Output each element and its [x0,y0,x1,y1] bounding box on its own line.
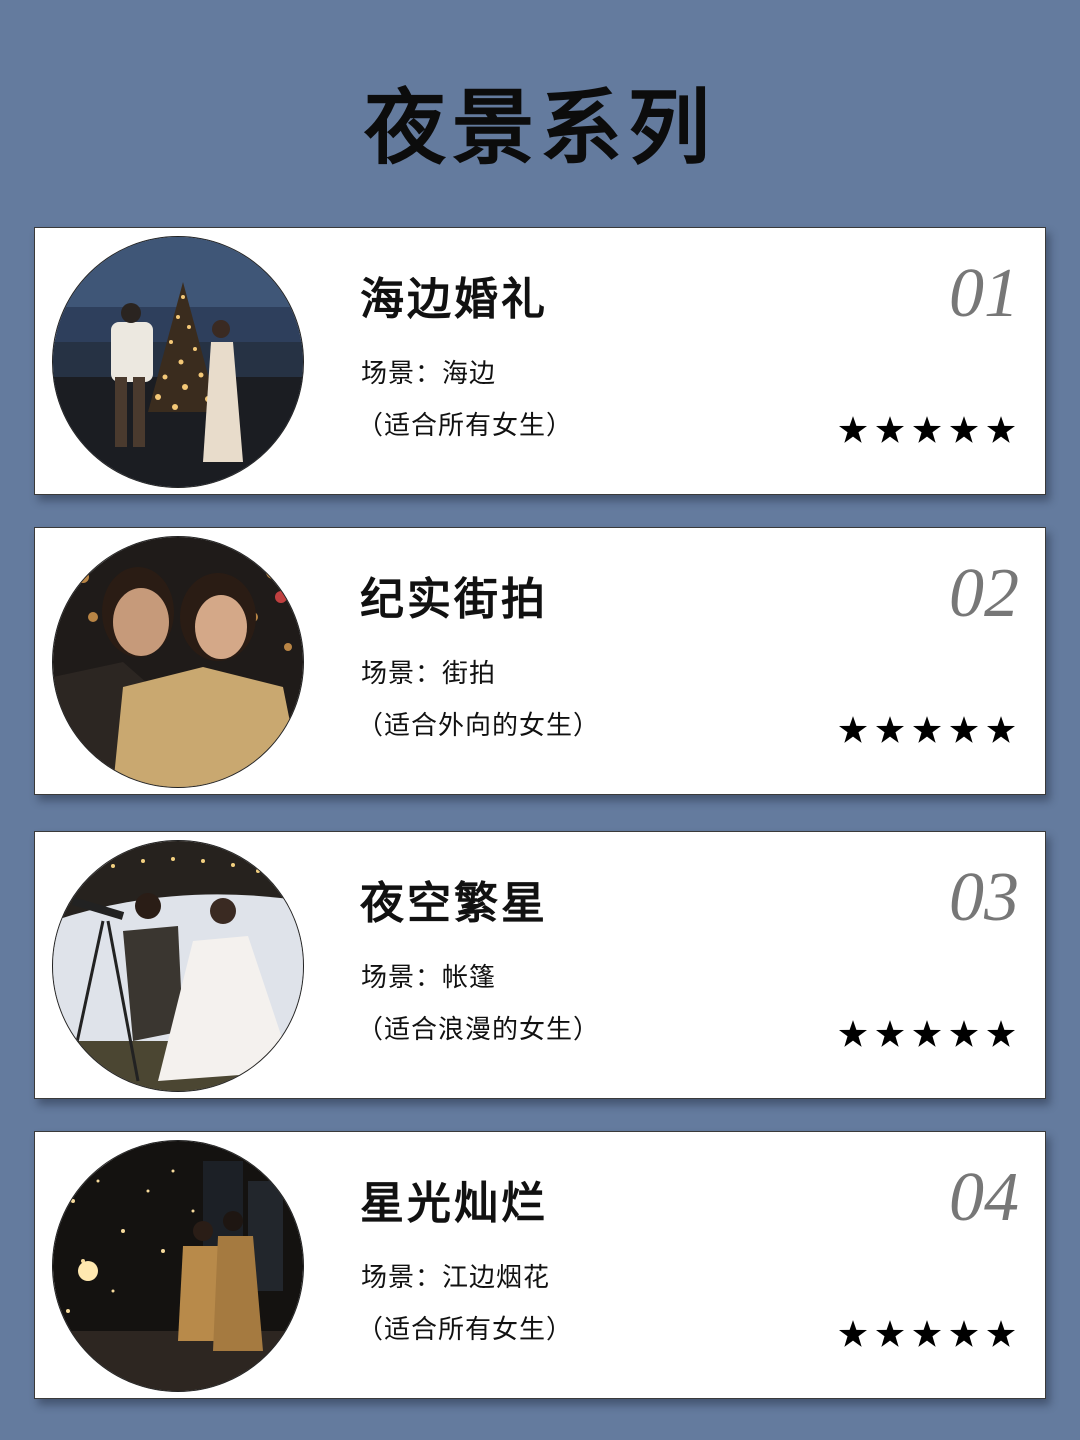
card-scene: 场景：街拍 [361,659,497,689]
star-icon [839,1320,867,1347]
star-icon [839,1020,867,1047]
card-number: 01 [949,255,1019,332]
star-icon [987,1020,1015,1047]
star-icon [950,416,978,443]
star-icon [913,1320,941,1347]
star-icon [876,716,904,743]
card-number: 02 [949,555,1019,632]
star-icon [839,716,867,743]
card-scene: 场景：帐篷 [361,963,497,993]
card-title: 纪实街拍 [360,574,548,625]
star-icon [987,416,1015,443]
card-number: 04 [949,1159,1019,1236]
star-icon [876,416,904,443]
card-note: （适合所有女生） [357,1315,574,1345]
star-icon [876,1020,904,1047]
card-scene: 场景：江边烟花 [361,1263,551,1293]
card-note: （适合浪漫的女生） [357,1015,601,1045]
star-icon [913,1020,941,1047]
star-icon [913,416,941,443]
star-icon [987,716,1015,743]
card-starlight[interactable]: 星光灿烂 场景：江边烟花 （适合所有女生） 04 [34,1131,1046,1399]
rating-stars [839,416,1015,443]
riverside-fireworks-photo [52,1140,304,1392]
card-title: 夜空繁星 [360,878,548,929]
rating-stars [839,1020,1015,1047]
star-icon [950,1020,978,1047]
star-icon [950,716,978,743]
star-icon [950,1320,978,1347]
street-couple-photo [52,536,304,788]
star-icon [839,416,867,443]
card-note: （适合外向的女生） [357,711,601,741]
star-icon [913,716,941,743]
tent-stargazing-photo [52,840,304,1092]
card-starry-night[interactable]: 夜空繁星 场景：帐篷 （适合浪漫的女生） 03 [34,831,1046,1099]
card-street-photo[interactable]: 纪实街拍 场景：街拍 （适合外向的女生） 02 [34,527,1046,795]
page-title: 夜景系列 [363,80,716,176]
rating-stars [839,716,1015,743]
star-icon [876,1320,904,1347]
card-title: 海边婚礼 [360,274,548,325]
card-scene: 场景：海边 [361,359,497,389]
star-icon [987,1320,1015,1347]
seaside-wedding-photo [52,236,304,488]
card-seaside-wedding[interactable]: 海边婚礼 场景：海边 （适合所有女生） 01 [34,227,1046,495]
card-note: （适合所有女生） [357,411,574,441]
rating-stars [839,1320,1015,1347]
card-number: 03 [949,859,1019,936]
card-title: 星光灿烂 [360,1178,548,1229]
